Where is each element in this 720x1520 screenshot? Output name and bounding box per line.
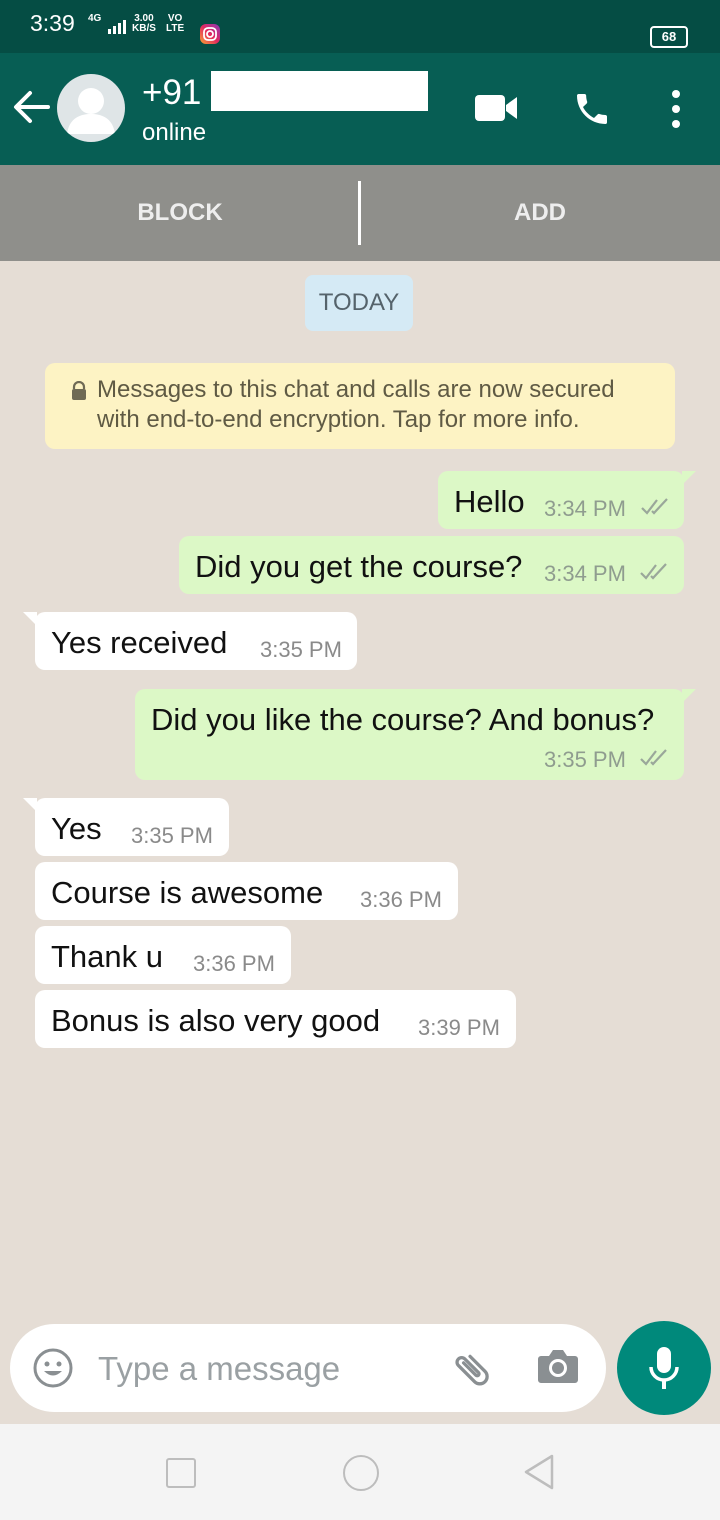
message-time: 3:34 PM (544, 496, 626, 521)
date-chip: TODAY (305, 275, 413, 331)
status-bar: 3:39 4G 3.00 KB/S VO LTE 68 (0, 0, 720, 53)
double-check-icon (641, 498, 668, 515)
contact-status: online (142, 119, 207, 146)
message-text: Course is awesome (51, 875, 324, 910)
message-time: 3:36 PM (360, 887, 442, 912)
encryption-notice-line1: Messages to this chat and calls are now … (97, 376, 615, 403)
bubble-tail (23, 798, 37, 812)
message-time: 3:35 PM (131, 823, 213, 848)
message-bubble-incoming[interactable]: Yes received 3:35 PM (23, 612, 357, 670)
more-options-icon[interactable] (667, 89, 685, 129)
message-bubble-outgoing[interactable]: Did you get the course? 3:34 PM (179, 536, 684, 594)
voice-call-icon[interactable] (572, 89, 612, 129)
message-text: Did you get the course? (195, 549, 523, 584)
message-time: 3:35 PM (544, 747, 626, 772)
message-text: Hello (454, 484, 525, 519)
contact-name[interactable]: +91 (142, 73, 201, 113)
network-type: 4G (88, 13, 102, 24)
home-button[interactable] (343, 1455, 379, 1491)
lock-icon (72, 381, 86, 400)
system-back-icon[interactable] (522, 1453, 556, 1491)
signal-icon (108, 20, 126, 34)
bubble-tail (682, 471, 696, 485)
bubble-tail (682, 689, 696, 703)
message-bubble-incoming[interactable]: Thank u 3:36 PM (35, 926, 291, 984)
network-speed-unit: KB/S (132, 23, 156, 34)
emoji-icon[interactable] (32, 1347, 74, 1389)
camera-icon[interactable] (537, 1346, 579, 1386)
encryption-notice[interactable]: Messages to this chat and calls are now … (45, 363, 675, 449)
battery-indicator: 68 (650, 26, 688, 48)
instagram-notification-icon (200, 24, 220, 44)
encryption-notice-line2: with end-to-end encryption. Tap for more… (97, 406, 580, 433)
chat-header: +91 online (0, 53, 720, 165)
volte-bottom: LTE (166, 23, 185, 34)
message-composer (10, 1324, 606, 1412)
message-bubble-outgoing[interactable]: Did you like the course? And bonus? 3:35… (135, 689, 696, 780)
message-input[interactable] (96, 1342, 430, 1396)
redacted-number (211, 71, 428, 111)
recents-button[interactable] (166, 1458, 196, 1488)
add-contact-button[interactable]: ADD (360, 165, 720, 261)
voice-message-button[interactable] (617, 1321, 711, 1415)
unknown-contact-actions: BLOCK ADD (0, 165, 720, 261)
volte-indicator: VO LTE (166, 14, 184, 34)
message-text: Did you like the course? And bonus? (151, 702, 655, 737)
message-time: 3:34 PM (544, 561, 626, 586)
message-time: 3:39 PM (418, 1015, 500, 1040)
message-bubble-incoming[interactable]: Yes 3:35 PM (23, 798, 229, 856)
message-text: Yes received (51, 625, 228, 660)
status-time: 3:39 (30, 10, 75, 36)
back-arrow-icon[interactable] (12, 89, 50, 125)
message-bubble-incoming[interactable]: Bonus is also very good 3:39 PM (35, 990, 516, 1048)
message-text: Bonus is also very good (51, 1003, 381, 1038)
double-check-icon (640, 563, 667, 580)
message-time: 3:36 PM (193, 951, 275, 976)
message-time: 3:35 PM (260, 637, 342, 662)
message-text: Thank u (51, 939, 164, 974)
microphone-icon (649, 1347, 679, 1389)
block-button[interactable]: BLOCK (0, 165, 360, 261)
double-check-icon (640, 749, 667, 766)
network-speed: 3.00 KB/S (132, 14, 156, 34)
message-text: Yes (51, 811, 102, 846)
message-bubble-incoming[interactable]: Course is awesome 3:36 PM (35, 862, 458, 920)
contact-avatar[interactable] (57, 74, 125, 142)
bubble-tail (23, 612, 37, 626)
video-call-icon[interactable] (475, 93, 519, 123)
message-bubble-outgoing[interactable]: Hello 3:34 PM (438, 471, 696, 529)
attach-icon[interactable] (450, 1348, 494, 1392)
